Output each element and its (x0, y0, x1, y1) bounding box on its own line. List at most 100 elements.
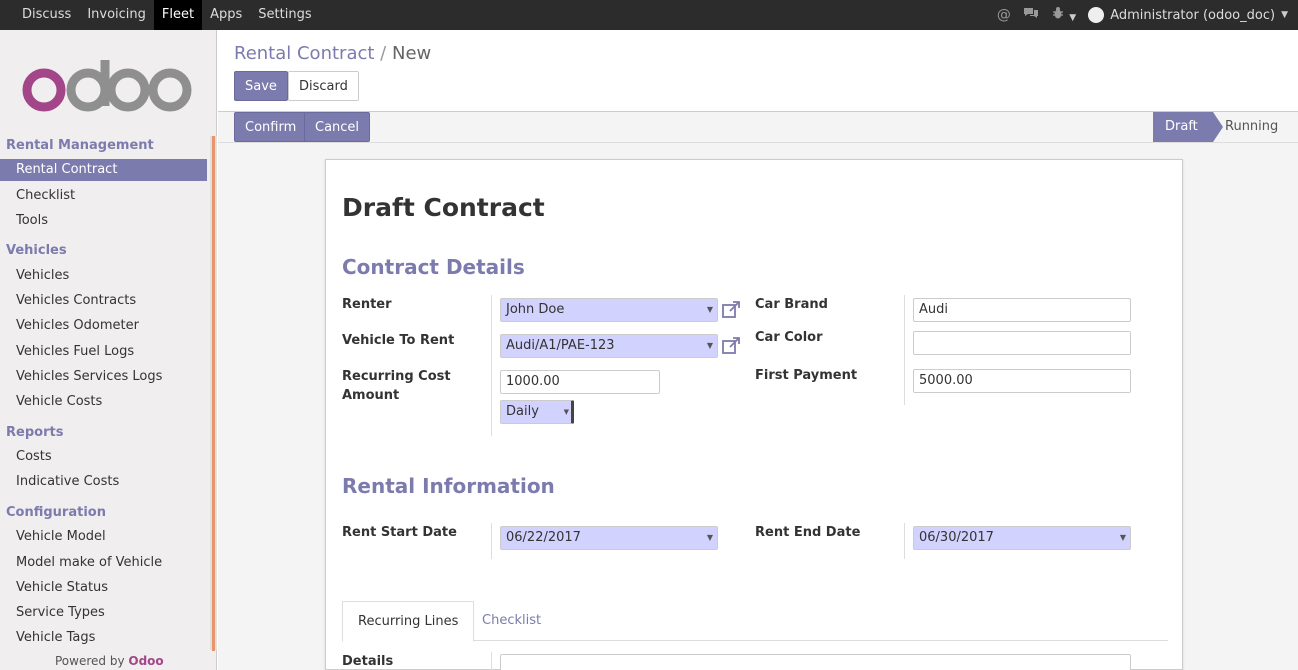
start-date-divider (491, 523, 492, 559)
sidebar-section-reports: Reports (6, 425, 64, 440)
renter-value: John Doe (506, 302, 565, 317)
details-input[interactable] (500, 654, 1131, 670)
breadcrumb: Rental Contract / New (234, 43, 431, 64)
breadcrumb-separator: / (380, 43, 387, 64)
rental-info-heading: Rental Information (342, 474, 555, 498)
menu-invoicing[interactable]: Invoicing (79, 0, 154, 30)
chevron-down-icon[interactable]: ▼ (1120, 527, 1126, 549)
app-menu: Discuss Invoicing Fleet Apps Settings (14, 0, 320, 30)
start-date-label: Rent Start Date (342, 525, 457, 540)
contract-details-heading: Contract Details (342, 255, 525, 279)
renter-label: Renter (342, 297, 392, 312)
cancel-button[interactable]: Cancel (304, 112, 371, 142)
end-date-divider (904, 523, 905, 559)
renter-field[interactable]: John Doe ▼ (500, 298, 718, 322)
stage-draft[interactable]: Draft (1153, 112, 1213, 142)
powered-by-text: Powered by (55, 654, 125, 668)
top-navbar: Discuss Invoicing Fleet Apps Settings @ … (0, 0, 1298, 30)
stage-running[interactable]: Running (1225, 112, 1278, 142)
end-date-label: Rent End Date (755, 525, 861, 540)
right-column-divider (904, 295, 905, 405)
vehicle-value: Audi/A1/PAE-123 (506, 338, 615, 353)
details-divider (491, 652, 492, 670)
sidebar-item-vehicles-odometer[interactable]: Vehicles Odometer (0, 315, 207, 337)
sidebar-item-service-types[interactable]: Service Types (0, 602, 207, 624)
tab-checklist[interactable]: Checklist (467, 601, 556, 641)
end-date-value: 06/30/2017 (919, 530, 994, 545)
recurring-cost-label-line2: Amount (342, 388, 400, 403)
form-title: Draft Contract (342, 193, 545, 222)
form-statusbar: Confirm Cancel Draft Running (218, 112, 1298, 143)
chevron-down-icon: ▼ (1281, 10, 1288, 20)
car-color-input[interactable] (913, 331, 1131, 355)
chat-icon[interactable] (1023, 6, 1039, 24)
sidebar-accent-strip (212, 136, 215, 651)
sidebar-section-configuration: Configuration (6, 505, 106, 520)
chevron-down-icon[interactable]: ▼ (707, 527, 713, 549)
sidebar-item-vehicles-fuel-logs[interactable]: Vehicles Fuel Logs (0, 341, 207, 363)
vehicle-label: Vehicle To Rent (342, 333, 455, 348)
sidebar-item-vehicle-status[interactable]: Vehicle Status (0, 577, 207, 599)
recurring-cost-label-line1: Recurring Cost (342, 369, 451, 384)
sidebar-item-model-make[interactable]: Model make of Vehicle (0, 552, 207, 574)
recurring-period-value: Daily (506, 404, 539, 419)
form-sheet: Draft Contract Contract Details Renter J… (325, 159, 1183, 670)
stage-arrow (1213, 112, 1223, 142)
sidebar-item-vehicles[interactable]: Vehicles (0, 265, 207, 287)
sidebar-section-rental-management: Rental Management (6, 138, 154, 153)
car-brand-label: Car Brand (755, 297, 828, 312)
car-brand-input[interactable]: Audi (913, 298, 1131, 322)
chevron-down-icon[interactable]: ▼ (564, 401, 569, 423)
first-payment-input[interactable]: 5000.00 (913, 369, 1131, 393)
breadcrumb-current: New (391, 43, 432, 64)
sidebar-item-tools[interactable]: Tools (0, 210, 207, 232)
tab-recurring-lines[interactable]: Recurring Lines (342, 601, 475, 642)
chevron-down-icon[interactable]: ▼ (707, 299, 713, 321)
menu-discuss[interactable]: Discuss (14, 0, 79, 30)
systray: @ ▼ Administrator (odoo_doc) ▼ (997, 0, 1288, 30)
details-label: Details (342, 654, 394, 669)
control-panel: Rental Contract / New Save Discard (218, 30, 1298, 112)
sidebar-item-vehicle-costs[interactable]: Vehicle Costs (0, 391, 207, 413)
vehicle-field[interactable]: Audi/A1/PAE-123 ▼ (500, 334, 718, 358)
sidebar-item-checklist[interactable]: Checklist (0, 185, 207, 207)
external-link-icon[interactable] (721, 300, 741, 320)
recurring-cost-label: Recurring Cost Amount (342, 367, 451, 405)
confirm-button[interactable]: Confirm (234, 112, 308, 142)
chevron-down-icon: ▼ (1069, 13, 1077, 23)
car-color-label: Car Color (755, 330, 823, 345)
sidebar-item-vehicle-tags[interactable]: Vehicle Tags (0, 627, 207, 649)
menu-settings[interactable]: Settings (250, 0, 319, 30)
chevron-down-icon[interactable]: ▼ (707, 335, 713, 357)
sidebar-item-indicative-costs[interactable]: Indicative Costs (0, 471, 207, 493)
start-date-input[interactable]: 06/22/2017 ▼ (500, 526, 718, 550)
menu-apps[interactable]: Apps (202, 0, 250, 30)
sidebar-item-vehicles-contracts[interactable]: Vehicles Contracts (0, 290, 207, 312)
sidebar-item-rental-contract[interactable]: Rental Contract (0, 159, 207, 181)
bug-icon[interactable]: ▼ (1051, 6, 1076, 24)
recurring-period-select[interactable]: Daily ▼ (500, 400, 574, 424)
sidebar-item-costs[interactable]: Costs (0, 446, 207, 468)
save-button[interactable]: Save (234, 71, 288, 101)
breadcrumb-parent[interactable]: Rental Contract (234, 43, 374, 64)
user-name: Administrator (odoo_doc) (1110, 7, 1276, 23)
external-link-icon[interactable] (721, 336, 741, 356)
sidebar-item-vehicles-services-logs[interactable]: Vehicles Services Logs (0, 366, 207, 388)
sidebar-item-vehicle-model[interactable]: Vehicle Model (0, 526, 207, 548)
recurring-cost-input[interactable]: 1000.00 (500, 370, 660, 394)
notebook-tabs: Recurring Lines Checklist (342, 601, 1168, 642)
end-date-input[interactable]: 06/30/2017 ▼ (913, 526, 1131, 550)
sidebar-section-vehicles: Vehicles (6, 243, 67, 258)
avatar (1088, 7, 1105, 23)
left-column-divider (491, 295, 492, 436)
sidebar: Rental Management Rental Contract Checkl… (0, 30, 217, 670)
at-sign-icon[interactable]: @ (997, 7, 1011, 23)
menu-fleet[interactable]: Fleet (153, 0, 203, 30)
odoo-logo (22, 60, 192, 112)
user-menu[interactable]: Administrator (odoo_doc) ▼ (1088, 7, 1288, 23)
discard-button[interactable]: Discard (288, 71, 359, 101)
powered-by-brand: Odoo (128, 654, 164, 668)
first-payment-label: First Payment (755, 368, 858, 383)
start-date-value: 06/22/2017 (506, 530, 581, 545)
powered-by[interactable]: Powered by Odoo (55, 654, 164, 668)
